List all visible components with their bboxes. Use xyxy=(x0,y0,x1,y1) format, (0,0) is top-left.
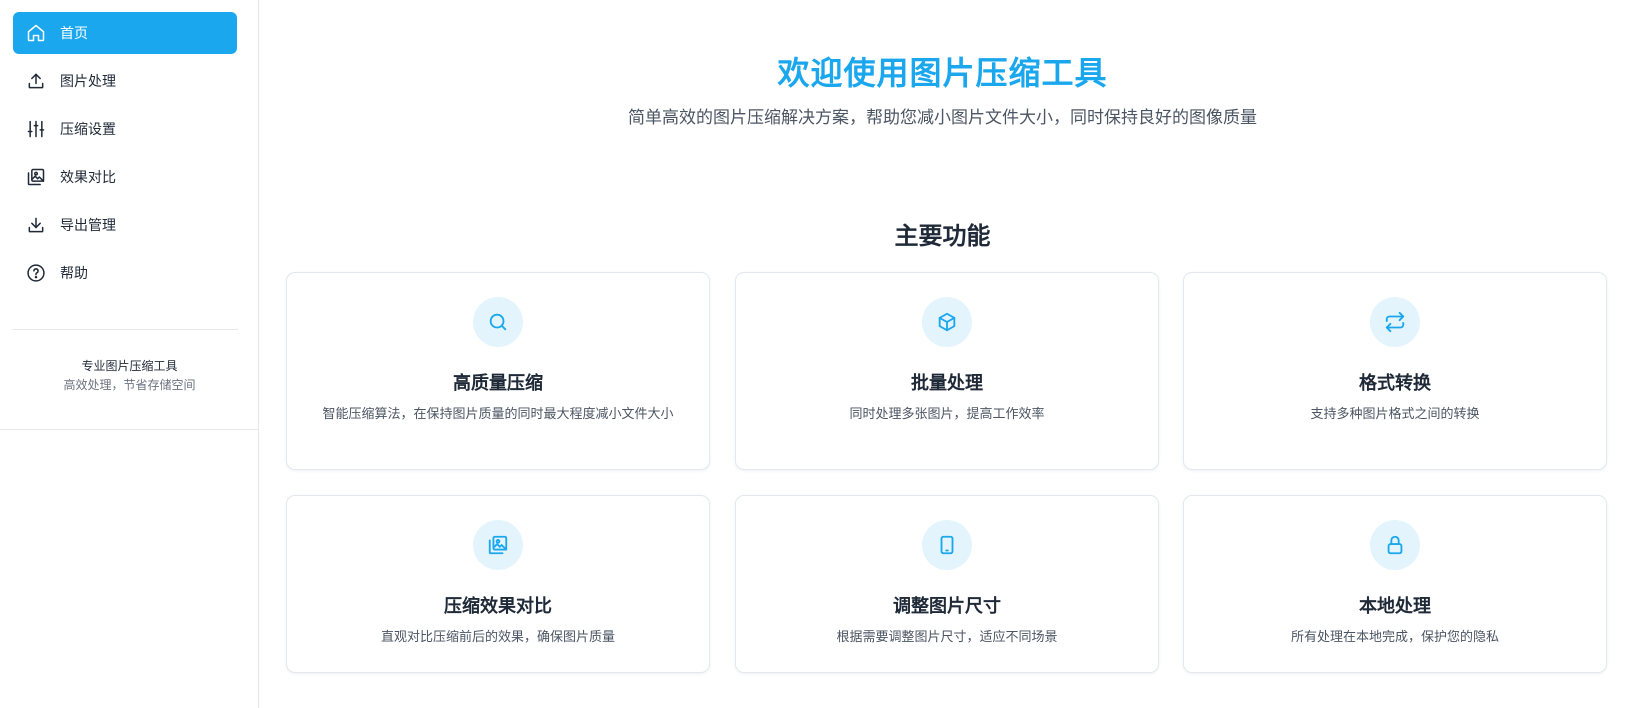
sidebar-divider xyxy=(13,329,238,330)
sidebar-item-label: 图片处理 xyxy=(60,74,116,90)
feature-card-title: 调整图片尺寸 xyxy=(893,596,1001,617)
feature-card-format: 格式转换 支持多种图片格式之间的转换 xyxy=(1183,272,1607,470)
sliders-icon xyxy=(26,119,46,139)
images-icon xyxy=(26,167,46,187)
sidebar-item-label: 帮助 xyxy=(60,266,88,282)
home-icon xyxy=(26,23,46,43)
feature-card-desc: 智能压缩算法，在保持图片质量的同时最大程度减小文件大小 xyxy=(322,407,674,422)
feature-card-title: 高质量压缩 xyxy=(453,373,543,394)
sidebar-footer: 专业图片压缩工具 高效处理，节省存储空间 xyxy=(0,358,259,394)
feature-card-local: 本地处理 所有处理在本地完成，保护您的隐私 xyxy=(1183,495,1607,673)
sidebar: 首页 图片处理 压缩设置 效果对比 导出管理 帮助 专业图片压缩工具 高效处理，… xyxy=(0,0,259,708)
search-icon xyxy=(473,297,523,347)
sidebar-footer-divider xyxy=(0,429,259,430)
sidebar-item-home[interactable]: 首页 xyxy=(13,12,237,54)
app-root: 首页 图片处理 压缩设置 效果对比 导出管理 帮助 专业图片压缩工具 高效处理，… xyxy=(0,0,1625,708)
tablet-icon xyxy=(922,520,972,570)
help-circle-icon xyxy=(26,263,46,283)
feature-card-title: 格式转换 xyxy=(1359,373,1431,394)
feature-card-desc: 所有处理在本地完成，保护您的隐私 xyxy=(1290,630,1499,645)
feature-card-resize: 调整图片尺寸 根据需要调整图片尺寸，适应不同场景 xyxy=(735,495,1159,673)
feature-card-title: 本地处理 xyxy=(1359,596,1431,617)
sidebar-item-comparison[interactable]: 效果对比 xyxy=(13,156,237,198)
images-icon xyxy=(473,520,523,570)
main-content: 欢迎使用图片压缩工具 简单高效的图片压缩解决方案，帮助您减小图片文件大小，同时保… xyxy=(260,0,1625,708)
feature-card-batch: 批量处理 同时处理多张图片，提高工作效率 xyxy=(735,272,1159,470)
sidebar-item-label: 导出管理 xyxy=(60,218,116,234)
feature-card-title: 批量处理 xyxy=(911,373,983,394)
download-icon xyxy=(26,215,46,235)
upload-icon xyxy=(26,71,46,91)
sidebar-footer-title: 专业图片压缩工具 xyxy=(81,359,178,373)
feature-card-comparison: 压缩效果对比 直观对比压缩前后的效果，确保图片质量 xyxy=(286,495,710,673)
sidebar-item-label: 首页 xyxy=(60,26,88,42)
sidebar-item-label: 效果对比 xyxy=(60,170,116,186)
sidebar-nav: 首页 图片处理 压缩设置 效果对比 导出管理 帮助 xyxy=(0,0,258,294)
sidebar-item-help[interactable]: 帮助 xyxy=(13,252,237,294)
sidebar-item-export[interactable]: 导出管理 xyxy=(13,204,237,246)
package-icon xyxy=(922,297,972,347)
feature-card-high-quality: 高质量压缩 智能压缩算法，在保持图片质量的同时最大程度减小文件大小 xyxy=(286,272,710,470)
sidebar-item-image-processing[interactable]: 图片处理 xyxy=(13,60,237,102)
feature-card-title: 压缩效果对比 xyxy=(444,596,552,617)
lock-icon xyxy=(1370,520,1420,570)
feature-card-desc: 支持多种图片格式之间的转换 xyxy=(1310,407,1480,422)
feature-card-desc: 根据需要调整图片尺寸，适应不同场景 xyxy=(836,630,1058,645)
repeat-icon xyxy=(1370,297,1420,347)
sidebar-footer-subtitle: 高效处理，节省存储空间 xyxy=(63,378,196,392)
feature-card-desc: 直观对比压缩前后的效果，确保图片质量 xyxy=(380,630,615,645)
sidebar-item-label: 压缩设置 xyxy=(60,122,116,138)
sidebar-item-compression-settings[interactable]: 压缩设置 xyxy=(13,108,237,150)
feature-card-desc: 同时处理多张图片，提高工作效率 xyxy=(849,407,1045,422)
page-title: 欢迎使用图片压缩工具 xyxy=(777,54,1108,92)
page-subtitle: 简单高效的图片压缩解决方案，帮助您减小图片文件大小，同时保持良好的图像质量 xyxy=(628,108,1257,128)
section-title: 主要功能 xyxy=(894,222,991,250)
